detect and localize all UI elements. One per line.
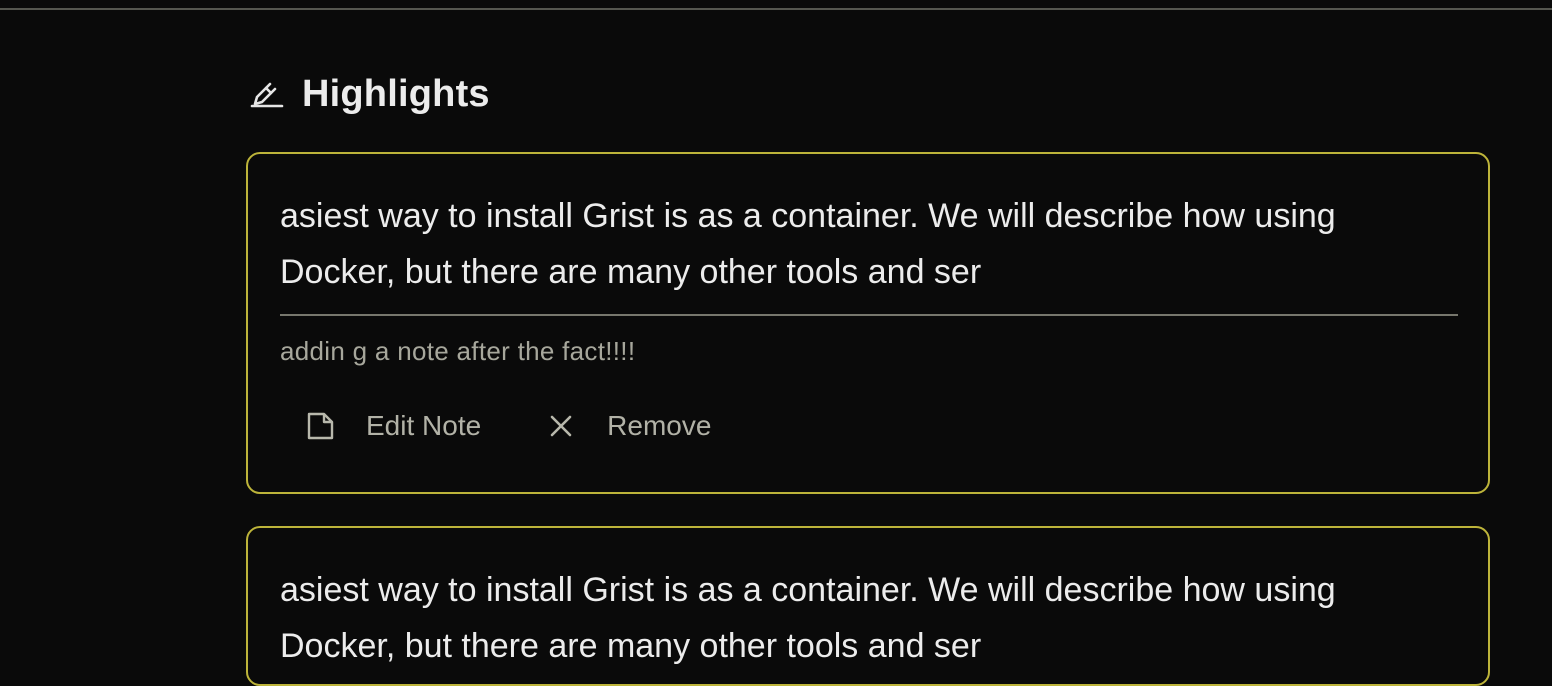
edit-note-button[interactable]: Edit Note: [304, 410, 481, 442]
note-icon: [304, 410, 336, 442]
highlight-card: asiest way to install Grist is as a cont…: [246, 152, 1490, 494]
highlighter-icon: [246, 75, 284, 113]
highlight-text: asiest way to install Grist is as a cont…: [280, 197, 1336, 291]
top-divider: [0, 8, 1552, 10]
highlights-header: Highlights: [246, 70, 490, 118]
note-divider: [280, 314, 1458, 316]
close-icon: [545, 410, 577, 442]
highlight-card: asiest way to install Grist is as a cont…: [246, 526, 1490, 686]
highlight-note: addin g a note after the fact!!!!: [280, 336, 636, 366]
edit-note-label: Edit Note: [366, 410, 482, 441]
highlight-text: asiest way to install Grist is as a cont…: [280, 571, 1336, 665]
page-title: Highlights: [302, 72, 490, 115]
highlight-actions: Edit Note Remove: [304, 402, 711, 450]
remove-button[interactable]: Remove: [545, 410, 711, 442]
remove-label: Remove: [607, 410, 712, 441]
